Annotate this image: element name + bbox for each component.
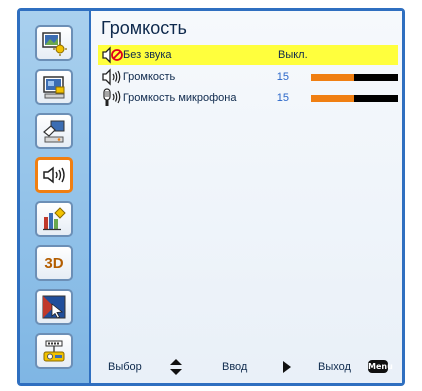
speaker-icon <box>98 67 123 87</box>
mute-icon <box>98 45 123 65</box>
volume-slider[interactable] <box>310 73 398 81</box>
3d-icon: 3D <box>44 254 64 272</box>
page-title: Громкость <box>101 18 187 38</box>
content-panel: Громкость Без звука Выкл. Громкость 15 Г… <box>91 11 402 383</box>
image-settings-icon <box>42 32 67 56</box>
sidebar-item-interactive[interactable] <box>35 289 73 325</box>
volume-slider-fill <box>310 73 355 81</box>
sidebar: 3D <box>20 11 91 383</box>
sidebar-item-setup[interactable] <box>35 113 73 149</box>
mute-value: Выкл. <box>278 49 308 61</box>
right-arrow-icon <box>283 361 291 373</box>
volume-row[interactable]: Громкость 15 <box>98 67 398 87</box>
display-settings-icon <box>43 76 65 99</box>
osd-menu-window: 3D Громкость Без звука Выкл. Громкость 1… <box>17 8 405 386</box>
footer-hints: Выбор Ввод Выход Menu <box>91 355 402 379</box>
mute-row[interactable]: Без звука Выкл. <box>98 45 398 65</box>
mute-label: Без звука <box>123 49 172 61</box>
options-icon <box>43 207 66 231</box>
sidebar-item-options[interactable] <box>35 201 73 237</box>
mic-volume-value: 15 <box>276 92 290 104</box>
sidebar-item-display[interactable] <box>35 69 73 105</box>
microphone-icon <box>98 88 123 108</box>
select-hint-label: Выбор <box>108 361 142 373</box>
enter-hint-label: Ввод <box>222 361 248 373</box>
mic-volume-slider[interactable] <box>310 94 398 102</box>
volume-icon <box>43 166 65 184</box>
volume-value: 15 <box>276 71 290 83</box>
up-down-arrows-icon <box>170 359 182 375</box>
setup-icon <box>43 120 65 143</box>
mic-volume-label: Громкость микрофона <box>122 92 237 104</box>
menu-key-icon: Menu <box>368 360 393 373</box>
mic-volume-row[interactable]: Громкость микрофона 15 <box>98 88 398 108</box>
volume-label: Громкость <box>122 71 176 83</box>
exit-hint-label: Выход <box>318 361 351 373</box>
mic-volume-slider-fill <box>310 94 355 102</box>
sidebar-item-image[interactable] <box>35 25 73 61</box>
lan-icon <box>43 340 65 362</box>
sidebar-item-volume[interactable] <box>35 157 73 193</box>
interactive-icon <box>42 295 66 319</box>
sidebar-item-3d[interactable]: 3D <box>35 245 73 281</box>
sidebar-item-lan[interactable] <box>35 333 73 369</box>
